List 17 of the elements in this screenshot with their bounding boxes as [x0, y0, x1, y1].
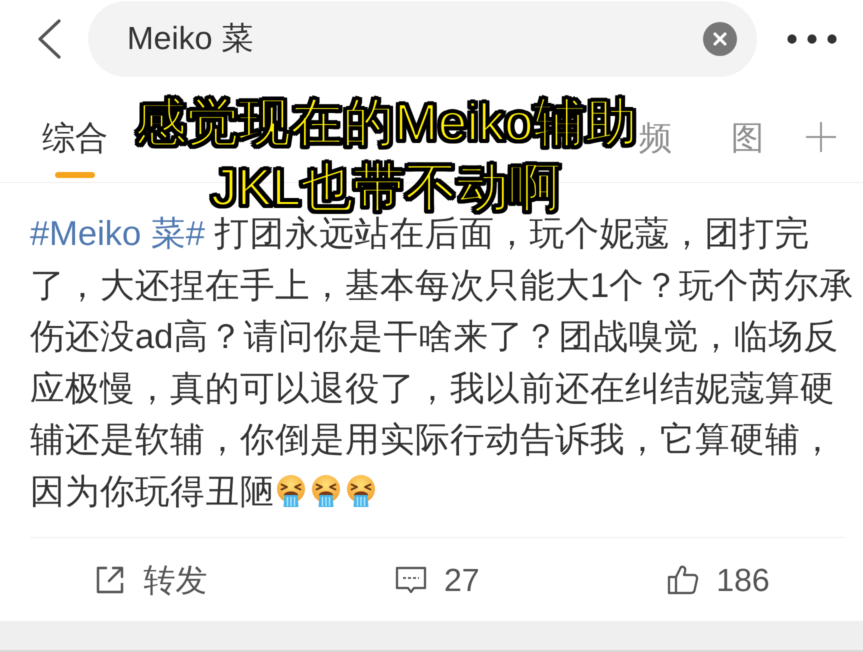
back-icon[interactable] — [36, 19, 62, 59]
face-emoji-icon — [310, 474, 342, 506]
hashtag-link[interactable]: #Meiko 菜# — [30, 215, 205, 253]
tab[interactable]: 综合 — [42, 118, 108, 178]
search-field[interactable]: Meiko 菜 — [88, 1, 757, 77]
more-icon[interactable] — [787, 34, 837, 44]
comment-button[interactable]: 27 — [394, 560, 480, 600]
post-text: #Meiko 菜# 打团永远站在后面，玩个妮蔻，团打完了，大还捏在手上，基本每次只能大1个？玩个芮尔承伤还没ad高？请问你是干啥来了？团战嗅觉，临场反应极慢，真的可以退役了，我以前还在纠结妮蔻算硬辅还是软辅，你倒是用实际行动告诉我，它算硬辅，因为你玩得丑陋 — [30, 214, 856, 512]
face-emoji-icon — [345, 474, 377, 506]
caption-text: JKL也带不动啊 — [211, 158, 561, 217]
like-button[interactable]: 186 — [666, 560, 770, 600]
repost-button[interactable]: 转发 — [93, 560, 208, 600]
plus-icon[interactable] — [806, 122, 836, 152]
clear-icon[interactable] — [703, 22, 737, 56]
caption-text: 感觉现在的Meiko辅助 — [134, 93, 638, 154]
face-emoji-icon — [275, 474, 307, 506]
thumbs-up-icon — [666, 563, 700, 597]
